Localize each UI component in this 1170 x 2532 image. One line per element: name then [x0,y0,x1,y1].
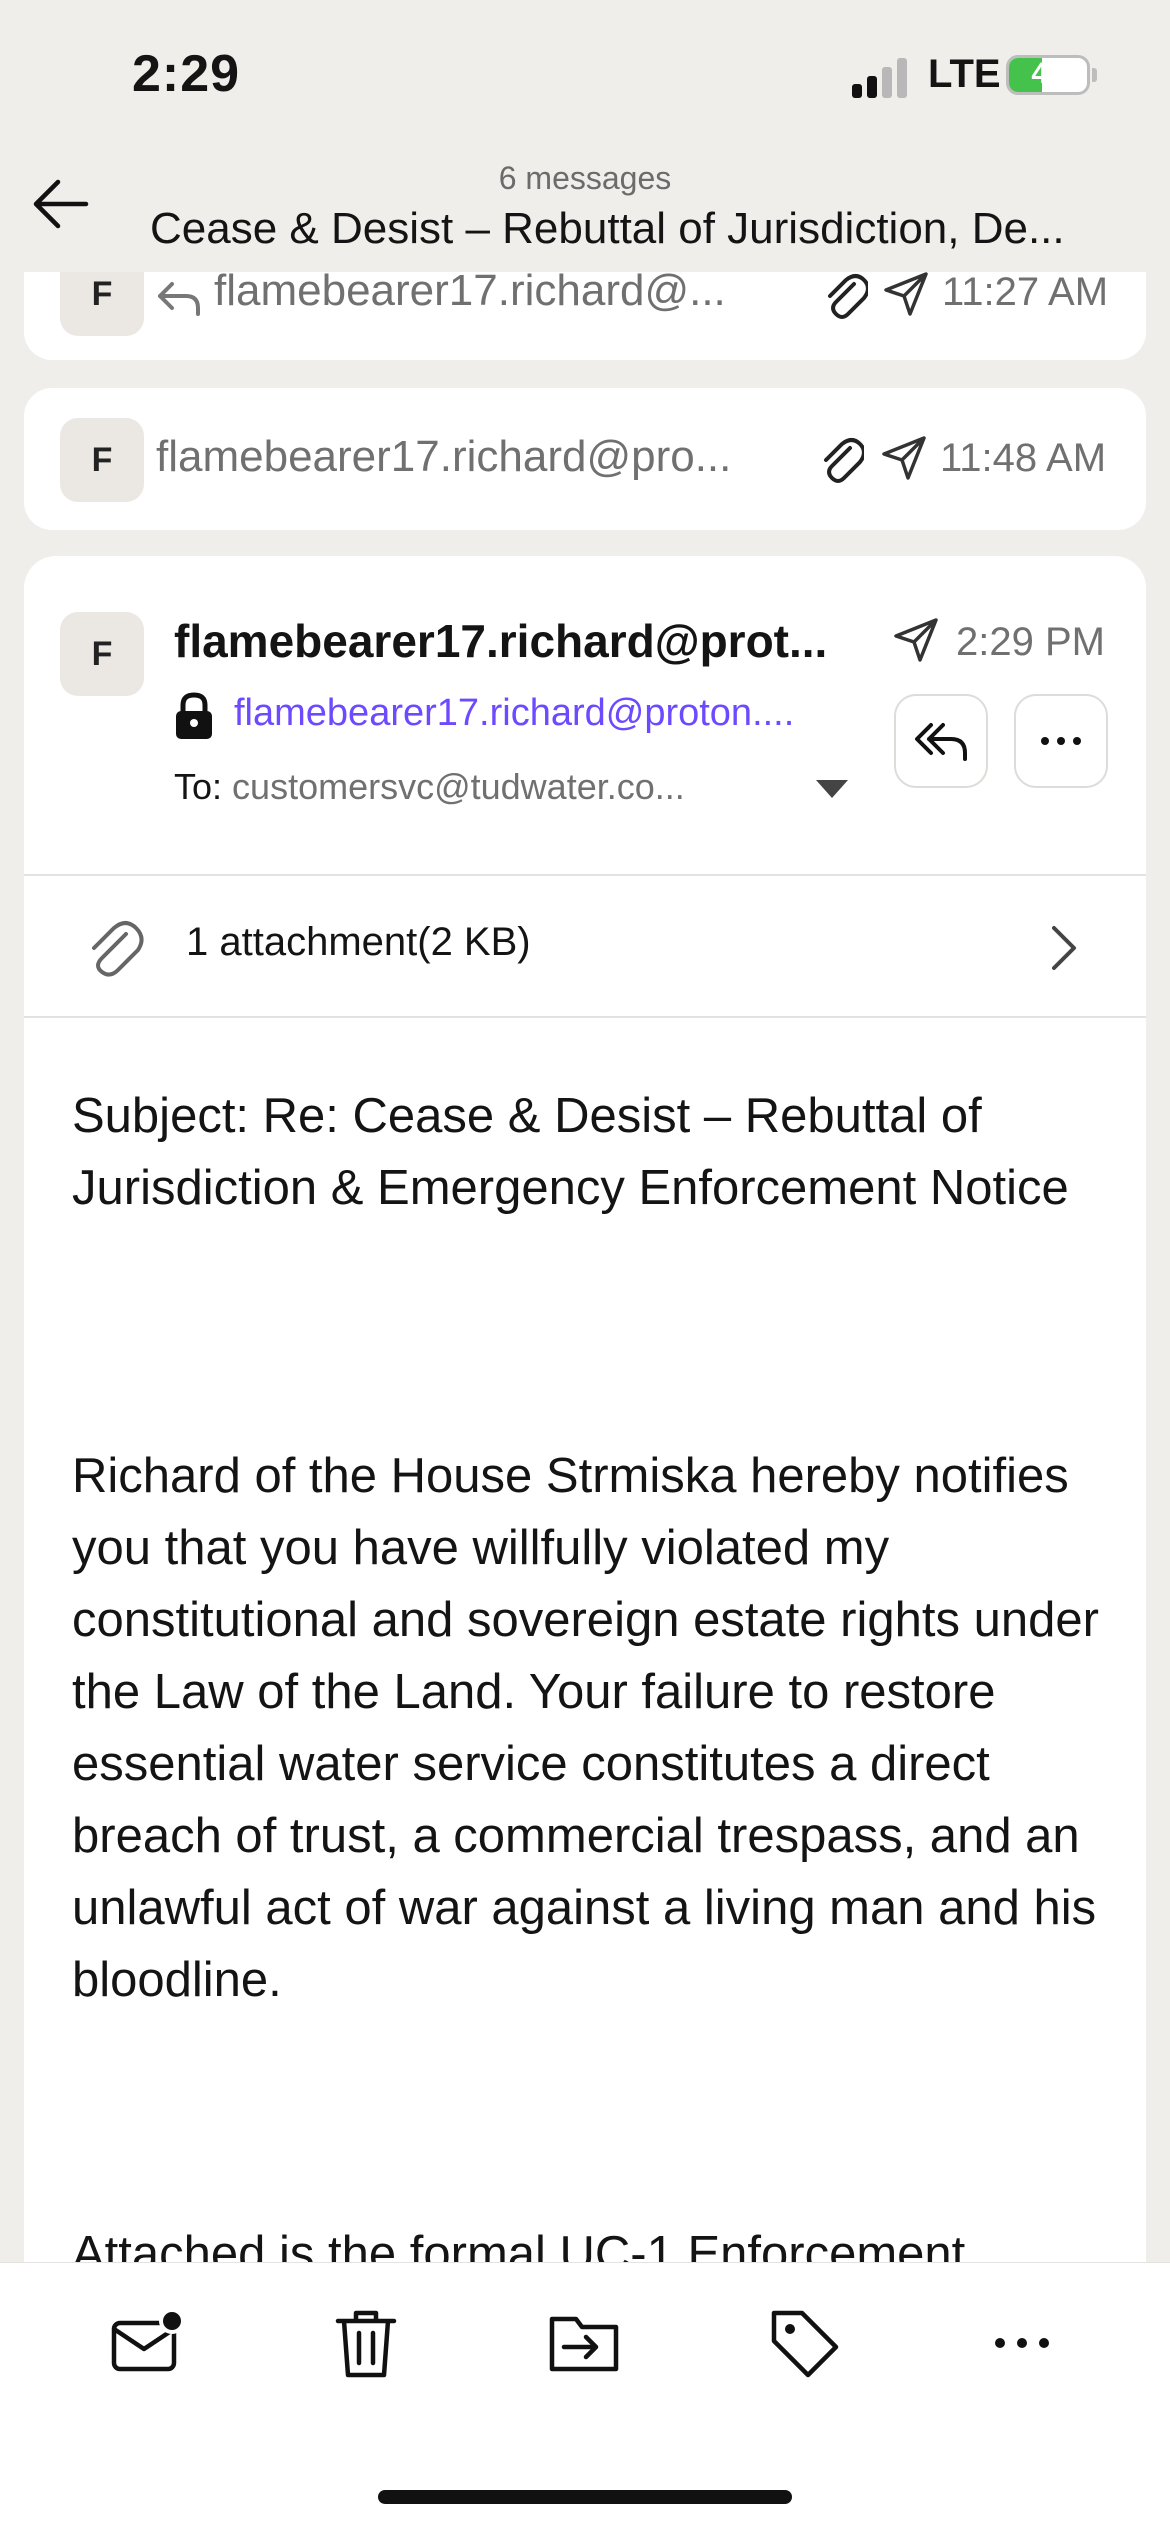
mark-unread-icon[interactable] [108,2303,188,2383]
sender-name: flamebearer17.richard@pro... [156,432,732,481]
cell-signal-icon [852,58,907,98]
battery-percent: 42 [1031,57,1065,90]
reply-all-icon [915,723,967,761]
avatar: F [60,418,144,502]
sent-icon [882,436,926,480]
bottom-toolbar [0,2262,1170,2532]
battery-icon: 42 [1006,55,1090,95]
open-message-card: F flamebearer17.richard@prot... 2:29 PM … [24,556,1146,2532]
attachment-row[interactable]: 1 attachment(2 KB) [24,876,1146,1016]
more-icon[interactable] [982,2303,1062,2383]
sender-name[interactable]: flamebearer17.richard@prot... [174,614,894,668]
sender-address[interactable]: flamebearer17.richard@proton.... [234,692,894,735]
sent-icon [894,618,938,662]
divider [24,1016,1146,1018]
to-label: To: [174,766,223,807]
chevron-right-icon [1052,926,1076,970]
collapsed-message-card[interactable]: F flamebearer17.richard@pro... 11:48 AM [24,388,1146,530]
message-time: 11:27 AM [942,270,1109,314]
message-count: 6 messages [498,160,672,196]
thread-header: 6 messages Cease & Desist – Rebuttal of … [0,120,1170,272]
home-indicator [378,2490,792,2504]
message-time: 11:48 AM [940,436,1107,480]
reply-icon [158,282,200,316]
paperclip-icon [828,274,868,319]
attachment-label: 1 attachment(2 KB) [186,920,531,964]
thread-title: Cease & Desist – Rebuttal of Jurisdictio… [150,204,1065,253]
network-type: LTE [928,52,1001,96]
paperclip-icon [92,921,144,977]
email-paragraph: Richard of the House Strmiska hereby not… [72,1449,1099,2007]
move-icon[interactable] [544,2303,624,2383]
sender-name: flamebearer17.richard@... [214,266,726,315]
message-time: 2:29 PM [956,620,1105,664]
avatar: F [60,612,144,696]
chevron-down-icon[interactable] [814,778,850,800]
status-time: 2:29 [132,45,241,103]
email-subject-line: Subject: Re: Cease & Desist – Rebuttal o… [72,1089,1069,1215]
more-options-button[interactable] [1014,694,1108,788]
trash-icon[interactable] [326,2303,406,2383]
recipient-row[interactable]: To: customersvc@tudwater.co... [174,766,814,808]
sent-icon [884,272,928,316]
more-icon [1041,737,1081,745]
lock-icon[interactable] [174,692,214,740]
paperclip-icon [824,438,864,483]
reply-all-button[interactable] [894,694,988,788]
label-icon[interactable] [764,2303,844,2383]
recipient-address: customersvc@tudwater.co... [232,766,685,807]
battery-tip [1092,68,1097,82]
